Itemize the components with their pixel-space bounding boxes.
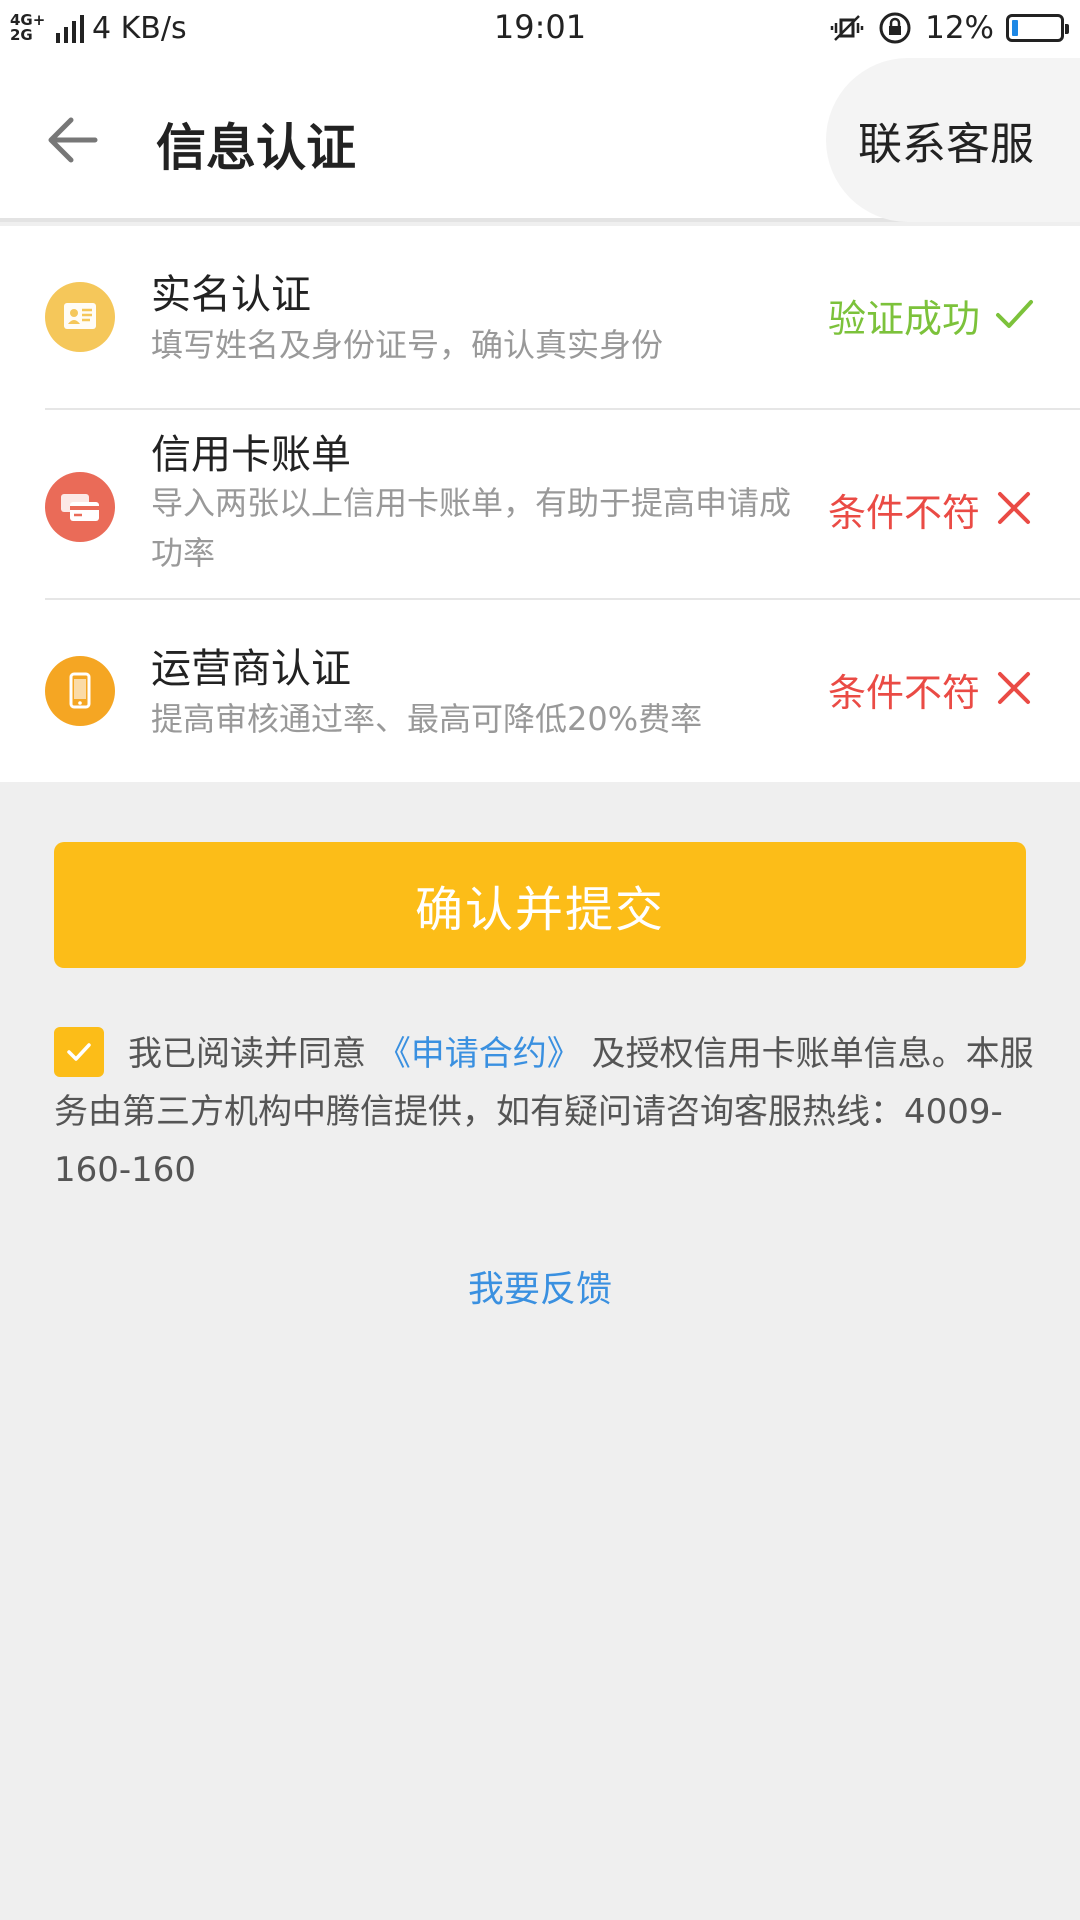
back-button[interactable] (36, 104, 108, 176)
list-item-carrier[interactable]: 运营商认证 提高审核通过率、最高可降低20%费率 条件不符 (0, 600, 1080, 782)
agreement-text: 我已阅读并同意 《申请合约》 及授权信用卡账单信息。本服务由第三方机构中腾信提供… (54, 1025, 1034, 1199)
status-label: 条件不符 (827, 491, 980, 535)
status-label: 验证成功 (827, 297, 980, 341)
phone-icon (45, 656, 115, 726)
agreement-prefix: 我已阅读并同意 (128, 1034, 377, 1074)
credit-card-icon (45, 472, 115, 542)
battery-level (1012, 20, 1018, 36)
contact-service-button[interactable]: 联系客服 (858, 108, 1034, 172)
app-header: 信息认证 联系客服 (0, 58, 1080, 222)
page-title: 信息认证 (156, 119, 356, 177)
vibrate-icon (830, 15, 864, 41)
item-description: 填写姓名及身份证号，确认真实身份 (151, 326, 664, 364)
cross-icon (998, 672, 1030, 704)
item-title: 实名认证 (151, 272, 311, 318)
submit-button[interactable]: 确认并提交 (54, 842, 1026, 968)
check-icon (996, 300, 1033, 328)
status-right: 12% (829, 8, 1069, 48)
battery-percent: 12% (925, 10, 994, 46)
rotation-lock-icon (879, 12, 911, 44)
contract-link[interactable]: 《申请合约》 (377, 1034, 581, 1074)
verification-list: 实名认证 填写姓名及身份证号，确认真实身份 验证成功 信用卡账单 导入两张以上信… (0, 226, 1080, 782)
item-title: 信用卡账单 (151, 432, 351, 478)
item-description: 导入两张以上信用卡账单，有助于提高申请成功率 (151, 484, 792, 572)
id-card-icon (45, 282, 115, 352)
status-bar: 4G+ 2G 4 KB/s 19:01 12% (0, 0, 1080, 58)
status-label: 条件不符 (827, 671, 980, 715)
arrow-left-icon (48, 117, 98, 163)
list-item-credit-card-bill[interactable]: 信用卡账单 导入两张以上信用卡账单，有助于提高申请成功率 条件不符 (0, 410, 1080, 600)
contact-service-area: 联系客服 (826, 58, 1080, 222)
cross-icon (998, 492, 1030, 524)
battery-icon (1006, 14, 1069, 42)
list-item-real-name[interactable]: 实名认证 填写姓名及身份证号，确认真实身份 验证成功 (0, 226, 1080, 410)
item-description: 提高审核通过率、最高可降低20%费率 (151, 700, 703, 738)
feedback-link[interactable]: 我要反馈 (0, 1260, 1080, 1312)
item-title: 运营商认证 (151, 646, 351, 692)
